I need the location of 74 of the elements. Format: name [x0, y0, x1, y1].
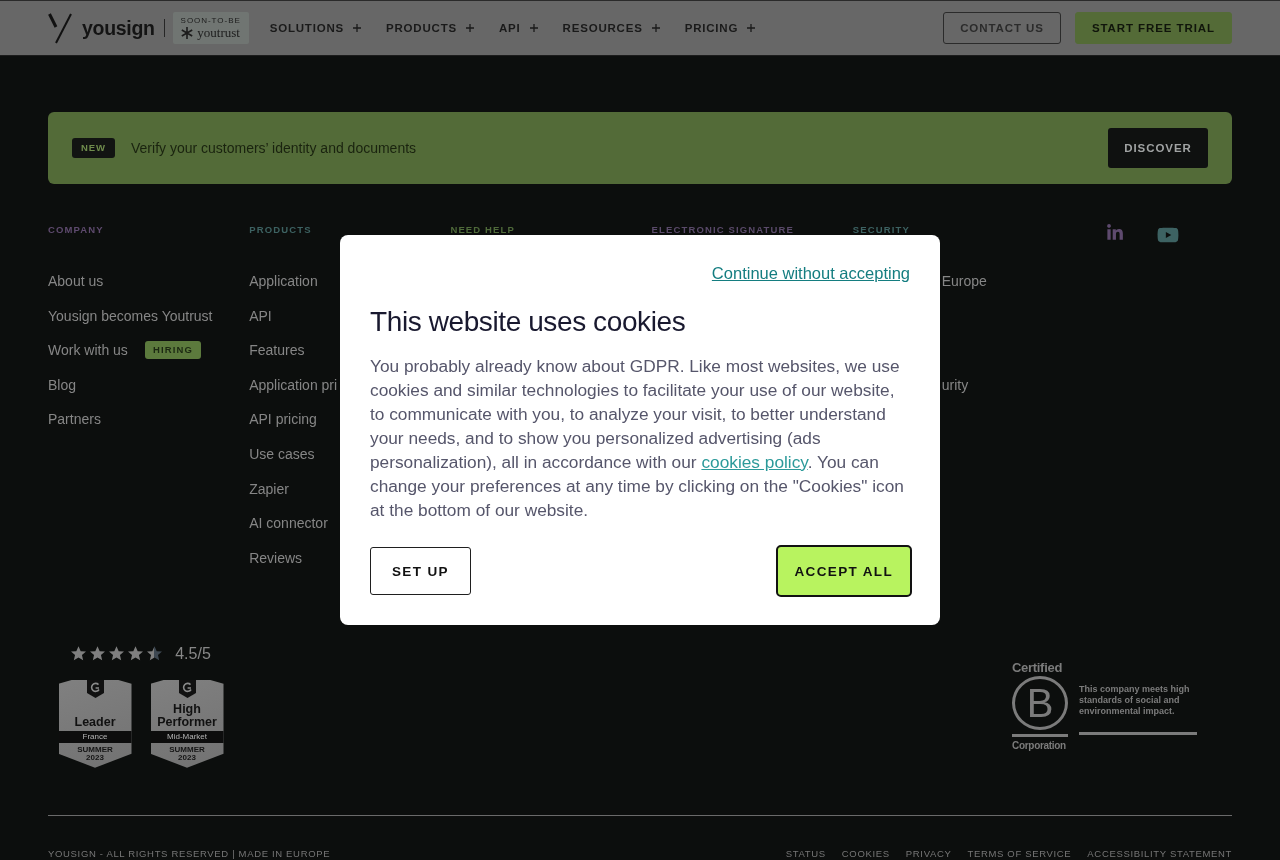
column-heading: PRODUCTS	[249, 224, 312, 236]
continue-without-accepting-link[interactable]: Continue without accepting	[711, 263, 910, 283]
badge-brand-name: youtrust	[197, 26, 240, 40]
dialog-title: This website uses cookies	[370, 305, 686, 339]
legal-link[interactable]: COOKIES	[841, 847, 890, 860]
banner-text: Verify your customers’ identity and documents	[131, 140, 417, 156]
discover-button[interactable]: DISCOVER	[1108, 128, 1208, 168]
nav-menu-button[interactable]: SOLUTIONS	[269, 18, 361, 38]
award-season: SUMMER	[169, 745, 205, 754]
primary-action-button[interactable]: START FREE TRIAL	[1074, 12, 1232, 44]
footer-link[interactable]: Application pri	[249, 375, 338, 394]
footer-link[interactable]: Work with us	[48, 341, 128, 360]
star-icon	[109, 646, 125, 662]
asterisk-icon	[181, 27, 194, 39]
plus-icon	[529, 24, 538, 32]
badge-logo-icon	[178, 679, 196, 698]
plus-icon	[747, 24, 756, 32]
footer-link[interactable]: Features	[249, 341, 305, 360]
plus-icon	[651, 24, 660, 32]
cookies-policy-link[interactable]: cookies policy	[701, 452, 808, 472]
nav-menu-button[interactable]: RESOURCES	[562, 18, 660, 38]
linkedin-icon[interactable]	[1106, 224, 1124, 242]
cookie-notice-text: You probably already know about GDPR. Like most websites, we use cookies and similar technologies to facilitate your use of our website, to communicate with you, to analyze your visit, to better understand your needs, and to show you personalized advertising (ads personalization), all in accordance with our cookies policy. You can change your preferences at any time by clicking on the "Cookies" icon at the bottom of our website.	[370, 355, 905, 522]
badge-caption: SOON-TO-BE	[180, 16, 241, 25]
accept-all-button[interactable]: ACCEPT ALL	[775, 545, 912, 597]
footer-link[interactable]: Zapier	[249, 479, 289, 498]
rating-score: 4.5/5	[175, 644, 211, 663]
nav-menu-button[interactable]: PRODUCTS	[386, 18, 474, 38]
award-segment: Mid-Market	[150, 730, 224, 743]
column-heading: SECURITY	[852, 224, 910, 236]
column-heading: COMPANY	[48, 224, 104, 236]
footer-link[interactable]: Europe	[941, 272, 987, 290]
award-segment: France	[58, 730, 132, 743]
footer-link[interactable]: Application	[249, 272, 318, 290]
nav-menu-button[interactable]: PRICING	[684, 18, 756, 38]
certified-label: Certified	[1012, 659, 1064, 675]
legal-link[interactable]: ACCESSIBILITY STATEMENT	[1087, 847, 1232, 860]
legal-link[interactable]: TERMS OF SERVICE	[967, 847, 1072, 860]
star-icon	[71, 646, 87, 662]
footer-link[interactable]: Reviews	[249, 548, 303, 567]
footer-link[interactable]: urity	[941, 376, 969, 395]
column-heading: NEED HELP	[450, 224, 515, 236]
award-year: 2023	[86, 753, 104, 762]
star-icon	[128, 646, 144, 662]
footer-link[interactable]: AI connector	[249, 514, 328, 533]
award-year: 2023	[178, 753, 196, 762]
new-tag: NEW	[72, 138, 115, 158]
certification-statement: This company meets high standards of social and environmental impact.	[1079, 683, 1191, 717]
star-icon	[147, 646, 163, 662]
badge-logo-icon	[86, 679, 104, 698]
footer-link[interactable]: Partners	[48, 410, 101, 429]
footer-link[interactable]: API pricing	[249, 410, 317, 429]
footer-link[interactable]: Use cases	[249, 444, 315, 463]
set-up-button[interactable]: SET UP	[370, 547, 471, 595]
legal-link[interactable]: STATUS	[785, 847, 826, 860]
star-icon	[90, 646, 106, 662]
award-season: SUMMER	[77, 745, 113, 754]
plus-icon	[353, 24, 361, 32]
footer-link[interactable]: Yousign becomes Youtrust	[48, 306, 213, 325]
nav-menu-button[interactable]: API	[499, 18, 538, 38]
corporation-label: Corporation	[1012, 739, 1067, 752]
award-title: High Performer	[156, 702, 218, 729]
footer-link[interactable]: Blog	[48, 375, 77, 394]
copyright-text: YOUSIGN - ALL RIGHTS RESERVED | MADE IN EUROPE	[48, 847, 331, 860]
award-title: Leader	[74, 715, 116, 729]
plus-icon	[466, 24, 474, 32]
column-heading: ELECTRONIC SIGNATURE	[651, 224, 794, 236]
slash-logo-icon	[48, 12, 72, 44]
b-logo-mark: B	[1012, 675, 1068, 730]
hiring-tag: HIRING	[144, 341, 201, 360]
footer-link[interactable]: About us	[48, 272, 104, 290]
logo-link[interactable]: yousign	[48, 12, 155, 44]
footer-link[interactable]: API	[249, 306, 272, 325]
legal-link[interactable]: PRIVACY	[905, 847, 952, 860]
